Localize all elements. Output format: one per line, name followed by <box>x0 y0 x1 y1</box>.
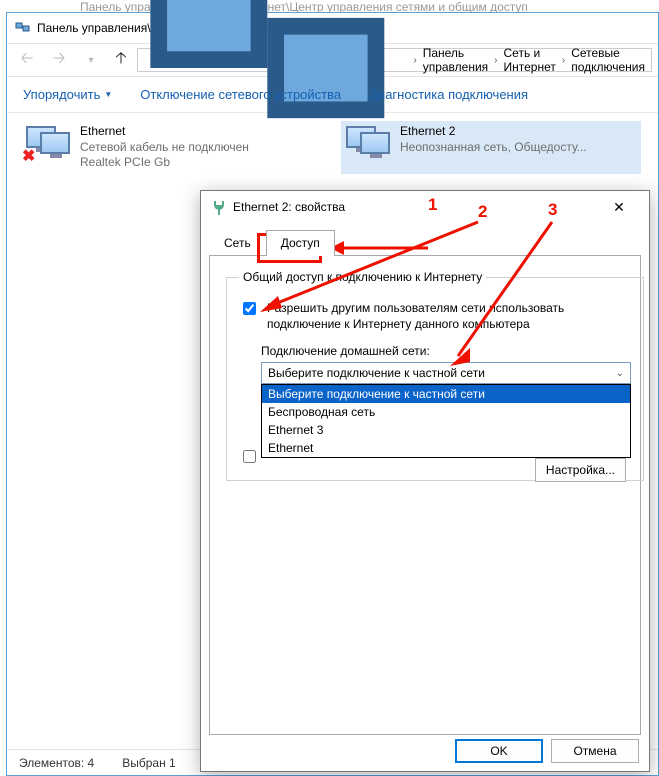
settings-button[interactable]: Настройка... <box>535 458 626 482</box>
diagnose-button[interactable]: Диагностика подключения <box>369 87 528 102</box>
allow-sharing-checkbox[interactable] <box>243 302 256 315</box>
nav-up-button[interactable]: 🡡 <box>109 46 133 74</box>
network-icon <box>15 20 31 36</box>
connection-adapter: Realtek PCIe Gb <box>80 155 249 171</box>
connection-status: Сетевой кабель не подключен <box>80 140 249 156</box>
ics-group: Общий доступ к подключению к Интернету Р… <box>226 270 644 481</box>
dialog-titlebar: Ethernet 2: свойства ✕ <box>201 191 649 223</box>
adapter-icon: ✖ <box>24 124 72 164</box>
breadcrumb-bar[interactable]: › Панель управления › Сеть и Интернет › … <box>137 48 652 72</box>
adapter-plug-icon <box>211 199 227 215</box>
item-count: Элементов: 4 <box>19 756 94 770</box>
connection-item[interactable]: ✖ Ethernet Сетевой кабель не подключен R… <box>21 121 321 174</box>
breadcrumb-item[interactable]: Сеть и Интернет <box>502 46 558 74</box>
tab-panel-sharing: Общий доступ к подключению к Интернету Р… <box>209 255 641 735</box>
nav-forward-button: 🡢 <box>45 46 73 74</box>
connection-name: Ethernet 2 <box>400 124 587 140</box>
home-network-dropdown: Выберите подключение к частной сети Бесп… <box>261 384 631 458</box>
combo-value: Выберите подключение к частной сети <box>268 366 485 380</box>
connection-status: Неопознанная сеть, Общедосту... <box>400 140 587 156</box>
allow-sharing-label: Разрешить другим пользователям сети испо… <box>267 300 631 332</box>
connection-name: Ethernet <box>80 124 249 140</box>
breadcrumb-item[interactable]: Панель управления <box>421 46 490 74</box>
disable-device-button[interactable]: Отключение сетевого устройства <box>140 87 341 102</box>
dropdown-option[interactable]: Беспроводная сеть <box>262 403 630 421</box>
chevron-down-icon: ⌄ <box>616 368 624 379</box>
allow-control-checkbox[interactable] <box>243 450 256 463</box>
home-network-label: Подключение домашней сети: <box>261 344 631 358</box>
ok-button[interactable]: OK <box>455 739 543 763</box>
dropdown-option[interactable]: Ethernet <box>262 439 630 457</box>
disconnected-icon: ✖ <box>22 146 35 166</box>
dialog-buttons: OK Отмена <box>455 739 639 763</box>
tab-sharing[interactable]: Доступ <box>266 230 335 256</box>
cancel-button[interactable]: Отмена <box>551 739 639 763</box>
dropdown-option[interactable]: Ethernet 3 <box>262 421 630 439</box>
ics-group-legend: Общий доступ к подключению к Интернету <box>239 270 486 284</box>
adapter-icon <box>344 124 392 164</box>
close-button[interactable]: ✕ <box>599 193 639 221</box>
organize-menu[interactable]: Упорядочить▼ <box>23 87 112 102</box>
home-network-combo[interactable]: Выберите подключение к частной сети ⌄ <box>261 362 631 384</box>
dialog-title: Ethernet 2: свойства <box>233 200 345 214</box>
nav-history-button[interactable]: ▾ <box>77 46 105 74</box>
connection-item[interactable]: Ethernet 2 Неопознанная сеть, Общедосту.… <box>341 121 641 174</box>
nav-back-button: 🡠 <box>13 46 41 74</box>
address-bar: 🡠 🡢 ▾ 🡡 › Панель управления › Сеть и Инт… <box>7 43 658 77</box>
properties-dialog: Ethernet 2: свойства ✕ Сеть Доступ Общий… <box>200 190 650 772</box>
dialog-tabs: Сеть Доступ <box>201 223 649 255</box>
tab-network[interactable]: Сеть <box>209 230 266 256</box>
dropdown-option[interactable]: Выберите подключение к частной сети <box>262 385 630 403</box>
selected-count: Выбран 1 <box>122 756 175 770</box>
breadcrumb-item[interactable]: Сетевые подключения <box>569 46 647 74</box>
